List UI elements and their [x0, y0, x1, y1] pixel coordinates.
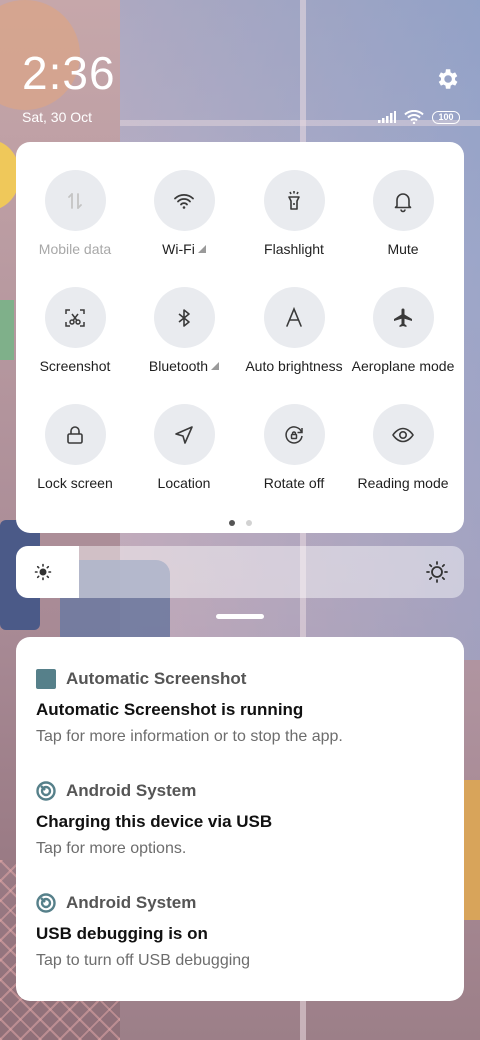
- android-system-icon: [36, 893, 56, 913]
- bluetooth-icon: [178, 308, 190, 327]
- lock-icon: [67, 425, 83, 444]
- notification-title: USB debugging is on: [36, 924, 208, 943]
- tile-rotate-off[interactable]: Rotate off: [239, 404, 349, 491]
- tile-label: Reading mode: [357, 475, 448, 491]
- expand-triangle-icon: [197, 245, 206, 253]
- notification-body: Tap for more information or to stop the …: [36, 728, 343, 745]
- tile-button[interactable]: [44, 170, 106, 231]
- notification-app-name: Android System: [66, 893, 197, 912]
- rotate-lock-icon: [285, 425, 303, 444]
- tile-lock-screen[interactable]: Lock screen: [20, 404, 130, 491]
- notification-item[interactable]: Android System Charging this device via …: [36, 779, 444, 858]
- tile-mute[interactable]: Mute: [348, 170, 458, 257]
- notification-item[interactable]: Android System USB debugging is on Tap t…: [36, 891, 444, 970]
- tile-aeroplane-mode[interactable]: Aeroplane mode: [348, 287, 458, 374]
- location-arrow-icon: [175, 425, 193, 444]
- tile-label: Bluetooth: [148, 358, 220, 374]
- signal-icon: [378, 111, 396, 123]
- tile-label: Location: [158, 475, 211, 491]
- tile-mobile-data[interactable]: Mobile data: [20, 170, 130, 257]
- tile-button[interactable]: [153, 404, 215, 465]
- tile-button[interactable]: [263, 287, 325, 348]
- tile-button[interactable]: [372, 287, 434, 348]
- tile-label-text: Auto brightness: [245, 358, 343, 374]
- mobile-data-icon: [68, 192, 82, 209]
- notification-item[interactable]: Automatic Screenshot Automatic Screensho…: [36, 667, 444, 746]
- page-indicator: [16, 520, 464, 526]
- android-system-icon: [36, 781, 56, 801]
- tile-flashlight[interactable]: Flashlight: [239, 170, 349, 257]
- quick-settings-panel: Mobile data Wi-Fi Flashlight Mute Screenshot…: [16, 142, 464, 533]
- system-status-icons: 100: [378, 110, 460, 124]
- wifi-status-icon: [404, 110, 424, 124]
- tile-button[interactable]: [44, 404, 106, 465]
- clock: 2:36: [22, 47, 116, 99]
- tile-label-text: Bluetooth: [148, 358, 209, 374]
- date: Sat, 30 Oct: [22, 109, 93, 125]
- tile-label-text: Mobile data: [38, 241, 112, 257]
- auto-brightness-icon: [286, 306, 302, 327]
- bell-icon: [394, 192, 412, 212]
- tile-label: Rotate off: [264, 475, 324, 491]
- tile-button[interactable]: [372, 404, 434, 465]
- tile-label: Lock screen: [37, 475, 112, 491]
- tile-location[interactable]: Location: [129, 404, 239, 491]
- tile-auto-brightness[interactable]: Auto brightness: [239, 287, 349, 374]
- tile-button[interactable]: [153, 170, 215, 231]
- tile-label-text: Screenshot: [39, 358, 111, 374]
- notification-title: Automatic Screenshot is running: [36, 700, 304, 719]
- tile-label-text: Lock screen: [37, 475, 113, 491]
- tile-label-text: Reading mode: [357, 475, 449, 491]
- tile-bluetooth[interactable]: Bluetooth: [129, 287, 239, 374]
- tile-label: Wi-Fi: [162, 241, 206, 257]
- brightness-high-icon: [426, 561, 448, 583]
- wifi-icon: [174, 193, 194, 209]
- tile-label: Mobile data: [39, 241, 111, 257]
- page-dot-2[interactable]: [245, 520, 252, 526]
- tile-button[interactable]: [263, 170, 325, 231]
- tile-label: Flashlight: [264, 241, 324, 257]
- screenshot-scissors-icon: [65, 308, 85, 327]
- tile-label-text: Wi-Fi: [162, 241, 195, 257]
- battery-indicator: 100: [432, 110, 460, 124]
- settings-gear-icon[interactable]: [434, 66, 460, 92]
- tile-button[interactable]: [153, 287, 215, 348]
- tile-button[interactable]: [372, 170, 434, 231]
- tile-screenshot[interactable]: Screenshot: [20, 287, 130, 374]
- notification-body: Tap for more options.: [36, 840, 187, 857]
- notification-app-name: Automatic Screenshot: [66, 669, 247, 688]
- drag-handle[interactable]: [216, 614, 264, 619]
- eye-icon: [392, 427, 414, 442]
- tile-reading-mode[interactable]: Reading mode: [348, 404, 458, 491]
- tile-wi-fi[interactable]: Wi-Fi: [129, 170, 239, 257]
- tile-label: Auto brightness: [245, 358, 342, 374]
- notification-title: Charging this device via USB: [36, 812, 273, 831]
- tile-button[interactable]: [263, 404, 325, 465]
- tile-button[interactable]: [44, 287, 106, 348]
- tile-label-text: Location: [157, 475, 211, 491]
- tile-label-text: Aeroplane mode: [351, 358, 455, 374]
- airplane-icon: [394, 308, 412, 327]
- tile-label: Screenshot: [40, 358, 111, 374]
- page-dot-1[interactable]: [228, 520, 235, 526]
- notification-panel: Automatic Screenshot Automatic Screensho…: [16, 637, 464, 1001]
- tile-label-text: Mute: [387, 241, 419, 257]
- tile-label-text: Flashlight: [264, 241, 324, 257]
- expand-triangle-icon: [211, 362, 220, 370]
- notification-body: Tap to turn off USB debugging: [36, 952, 251, 969]
- tile-label: Mute: [387, 241, 418, 257]
- notification-app-name: Android System: [66, 781, 197, 800]
- tile-label-text: Rotate off: [263, 475, 325, 491]
- brightness-slider[interactable]: [16, 546, 464, 598]
- flashlight-icon: [288, 190, 300, 210]
- tile-label: Aeroplane mode: [352, 358, 455, 374]
- brightness-low-icon: [34, 563, 52, 581]
- app-square-icon: [36, 669, 56, 689]
